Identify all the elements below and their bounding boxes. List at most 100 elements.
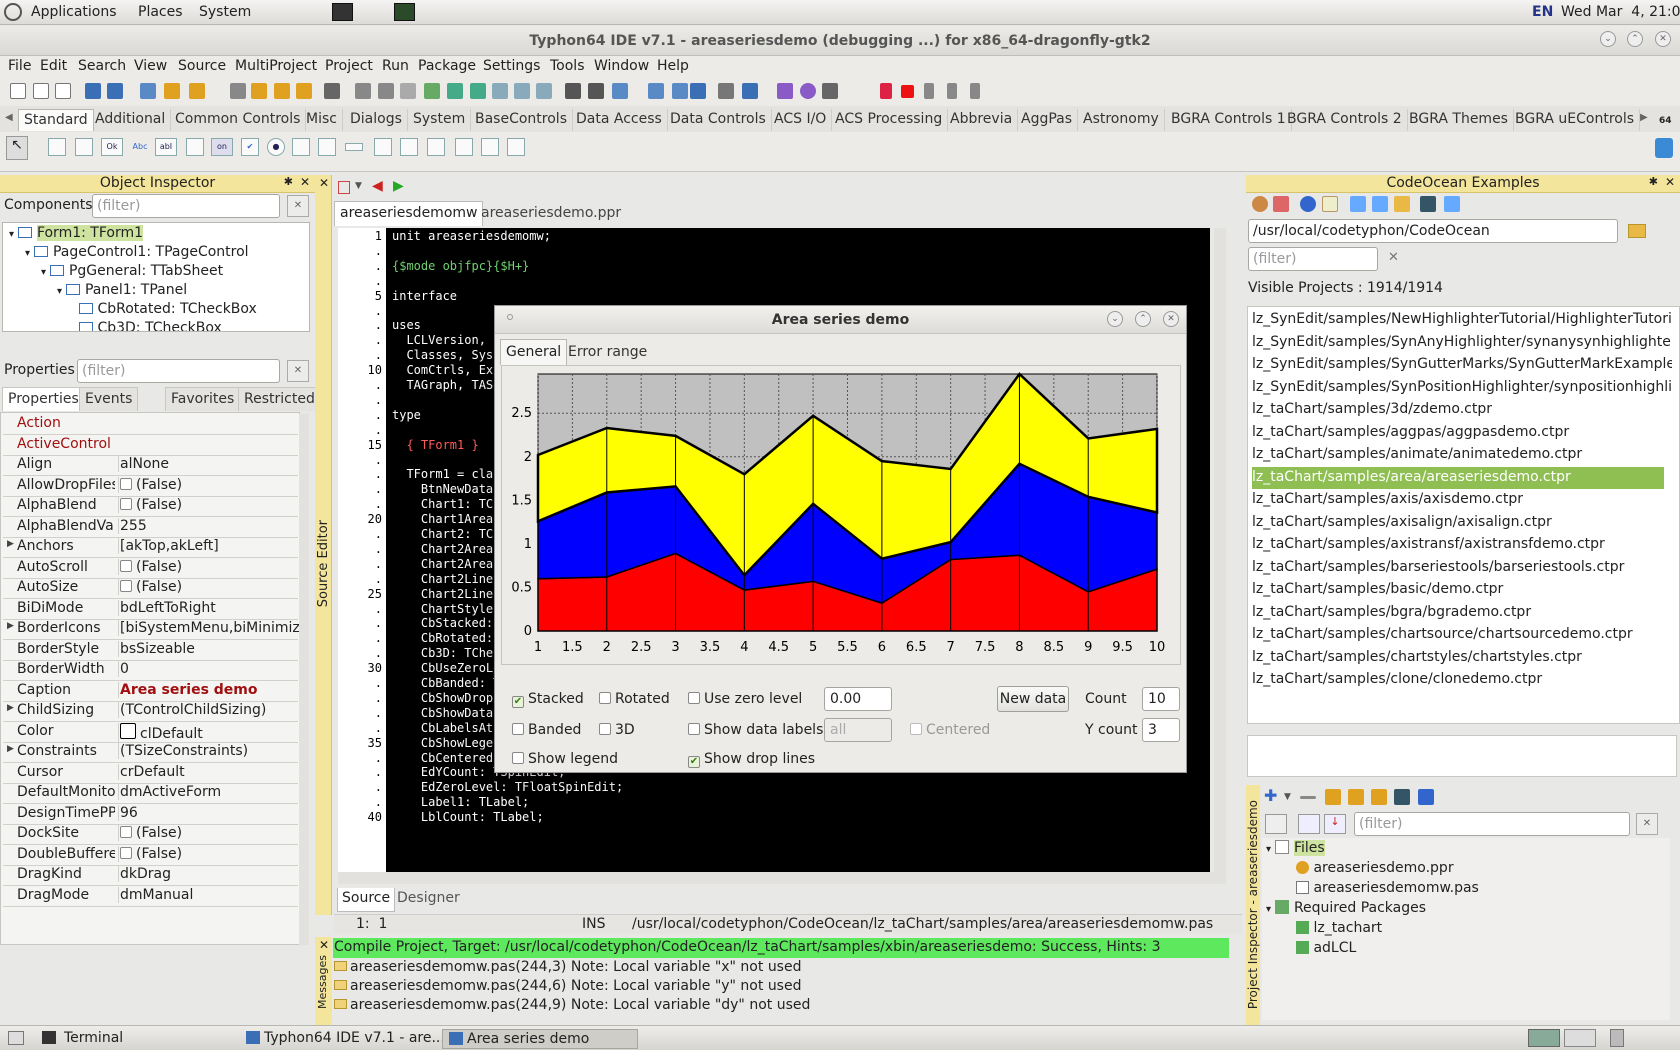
rotated-checkbox[interactable]: Rotated — [599, 691, 670, 707]
message-line[interactable]: areaseriesdemomw.pas(244,9) Note: Local … — [334, 997, 810, 1013]
code-line[interactable]: Chart2LineS — [392, 572, 500, 588]
tab-system[interactable]: System — [408, 109, 472, 131]
property-value[interactable]: 0 — [118, 661, 299, 677]
editor-vertical-scrollbar[interactable] — [1214, 228, 1226, 872]
editor-close-icon[interactable]: ✕ — [319, 176, 329, 190]
expand-arrow-icon[interactable]: ▶ — [7, 621, 14, 631]
property-value[interactable]: [akTop,akLeft] — [118, 538, 299, 554]
property-grid-scrollbar[interactable] — [299, 414, 309, 945]
project-list-item[interactable]: lz_taChart/samples/barseriestools/barser… — [1252, 557, 1672, 579]
project-list-item[interactable]: lz_SynEdit/samples/NewHighlighterTutoria… — [1252, 309, 1672, 331]
taskbar-typhon-ide[interactable]: Typhon64 IDE v7.1 - are... — [240, 1029, 445, 1049]
find-icon[interactable] — [140, 83, 156, 99]
compile-result[interactable]: Compile Project, Target: /usr/local/code… — [333, 938, 1229, 958]
tree-node-pagecontrol1[interactable]: ▾ PageControl1: TPageControl — [25, 244, 249, 263]
property-value[interactable]: (False) — [118, 845, 299, 862]
package-add-icon[interactable] — [1348, 789, 1364, 805]
code-line[interactable]: Chart2AreaS — [392, 557, 500, 573]
editor-dropdown-icon[interactable]: ▼ — [355, 181, 362, 191]
use-zero-level-checkbox[interactable]: Use zero level — [688, 691, 802, 707]
property-row[interactable]: BorderWidth 0 — [3, 659, 298, 681]
code-line[interactable]: CbLabelsAt: — [392, 721, 500, 737]
tab-additional[interactable]: Additional — [90, 109, 172, 131]
code-line[interactable]: CbShowDataL — [392, 706, 500, 722]
radiobutton-component-icon[interactable]: ● — [267, 138, 285, 156]
property-value[interactable]: (TControlChildSizing) — [118, 702, 299, 718]
menu-tools[interactable]: Tools — [550, 58, 585, 74]
property-checkbox[interactable] — [120, 498, 132, 510]
property-row[interactable]: DefaultMonitor dmActiveForm — [3, 782, 298, 804]
property-row[interactable]: AlphaBlendValue255 — [3, 516, 298, 538]
property-row[interactable]: ▶ BorderIcons [biSystemMenu,biMinimize, — [3, 618, 299, 640]
checkbox-component-icon[interactable]: ✔ — [241, 138, 259, 156]
property-row[interactable]: DragKind dkDrag — [3, 864, 298, 886]
code-line[interactable]: Label1: TLabel; — [392, 795, 529, 811]
property-value[interactable]: (TSizeConstraints) — [118, 743, 299, 759]
code-line[interactable]: Chart1AreaS — [392, 512, 500, 528]
dialog-tab-general[interactable]: General — [500, 339, 568, 365]
pin-icon[interactable]: ✱ — [284, 175, 293, 188]
messages-close-icon[interactable]: ✕ — [319, 938, 329, 952]
palette-scroll-left-icon[interactable]: ◀ — [5, 112, 13, 123]
info-icon[interactable] — [1300, 196, 1316, 212]
step-over-icon[interactable] — [947, 83, 957, 99]
terminal-launcher-icon[interactable] — [332, 3, 353, 21]
binoculars-find-icon[interactable] — [1394, 789, 1410, 805]
step-out-icon[interactable] — [970, 83, 980, 99]
editor-tab-areaseriesdemomw[interactable]: areaseriesdemomw — [334, 201, 484, 226]
toggle-form-icon[interactable] — [492, 83, 508, 99]
show-data-labels-checkbox[interactable]: Show data labels — [688, 722, 823, 738]
file-item[interactable]: areaseriesdemo.ppr — [1296, 860, 1454, 879]
property-row[interactable]: BorderStyle bsSizeable — [3, 639, 298, 661]
code-line[interactable]: Chart2: TCh — [392, 527, 500, 543]
property-row[interactable]: DoubleBuffered(False) — [3, 844, 298, 866]
codeocean-clear-filter-icon[interactable]: ✕ — [1388, 250, 1399, 265]
package-help-icon[interactable] — [1371, 789, 1387, 805]
maximize-icon[interactable]: ⌃ — [1627, 31, 1643, 47]
tab-data-access[interactable]: Data Access — [571, 109, 668, 131]
panel-component-icon[interactable] — [455, 138, 473, 156]
stacked-checkbox[interactable]: ✔ Stacked — [512, 691, 584, 708]
editor-bottom-tab-source[interactable]: Source — [337, 888, 396, 912]
tab-common-controls[interactable]: Common Controls — [170, 109, 307, 131]
clear-properties-filter-icon[interactable]: ✕ — [287, 360, 309, 382]
new-file-icon[interactable] — [10, 83, 26, 99]
property-value[interactable]: (False) — [118, 579, 299, 595]
menu-run[interactable]: Run — [382, 58, 409, 74]
property-checkbox[interactable] — [120, 846, 132, 859]
property-row[interactable]: AutoScroll (False) — [3, 557, 298, 579]
save-icon[interactable] — [324, 83, 340, 99]
property-value[interactable]: bsSizeable — [118, 640, 299, 657]
build-icon[interactable] — [742, 83, 758, 99]
code-line[interactable]: TForm1 = clas — [392, 467, 500, 483]
code-line[interactable]: {$mode objfpc}{$H+} — [392, 259, 529, 275]
code-line[interactable]: ChartStyles — [392, 602, 500, 618]
dialog-tab-error-range[interactable]: Error range — [563, 342, 652, 364]
code-line[interactable]: Chart2LineS — [392, 587, 500, 603]
property-row[interactable]: Cursor crDefault — [3, 762, 298, 784]
project-list-item[interactable]: lz_SynEdit/samples/SynAnyHighlighter/syn… — [1252, 332, 1672, 354]
dialog-close-icon[interactable]: ✕ — [1163, 311, 1179, 327]
edit-component-icon[interactable]: abI — [155, 138, 177, 156]
editor-horizontal-scrollbar[interactable] — [338, 872, 1226, 884]
tab-bgra-themes[interactable]: BGRA Themes — [1404, 109, 1514, 131]
pause-icon[interactable] — [880, 83, 892, 99]
menu-help[interactable]: Help — [657, 58, 689, 74]
tab-aggpas[interactable]: AggPas — [1016, 109, 1079, 131]
property-row[interactable]: Action — [3, 413, 298, 435]
code-line[interactable]: interface — [392, 289, 457, 305]
tab-basecontrols[interactable]: BaseControls — [470, 109, 573, 131]
property-row[interactable]: Align alNone — [3, 454, 298, 476]
folder-open-icon[interactable] — [1394, 196, 1410, 212]
stop-icon[interactable] — [901, 85, 914, 98]
project-list-item[interactable]: lz_taChart/samples/chartsource/chartsour… — [1252, 624, 1672, 646]
property-row[interactable]: ▶ Anchors [akTop,akLeft] — [3, 536, 298, 558]
list-options-icon[interactable] — [1418, 789, 1434, 805]
project-list-item[interactable]: lz_taChart/samples/aggpas/aggpasdemo.ctp… — [1252, 422, 1672, 444]
zero-level-spinedit[interactable]: 0.00 — [824, 687, 892, 711]
new-data-button[interactable]: New data — [997, 686, 1069, 712]
clear-filter-icon[interactable]: ✕ — [287, 195, 309, 217]
code-line[interactable]: CbBanded: T — [392, 676, 500, 692]
property-value[interactable]: Area series demo — [118, 681, 299, 698]
jump-icon[interactable] — [690, 83, 706, 99]
